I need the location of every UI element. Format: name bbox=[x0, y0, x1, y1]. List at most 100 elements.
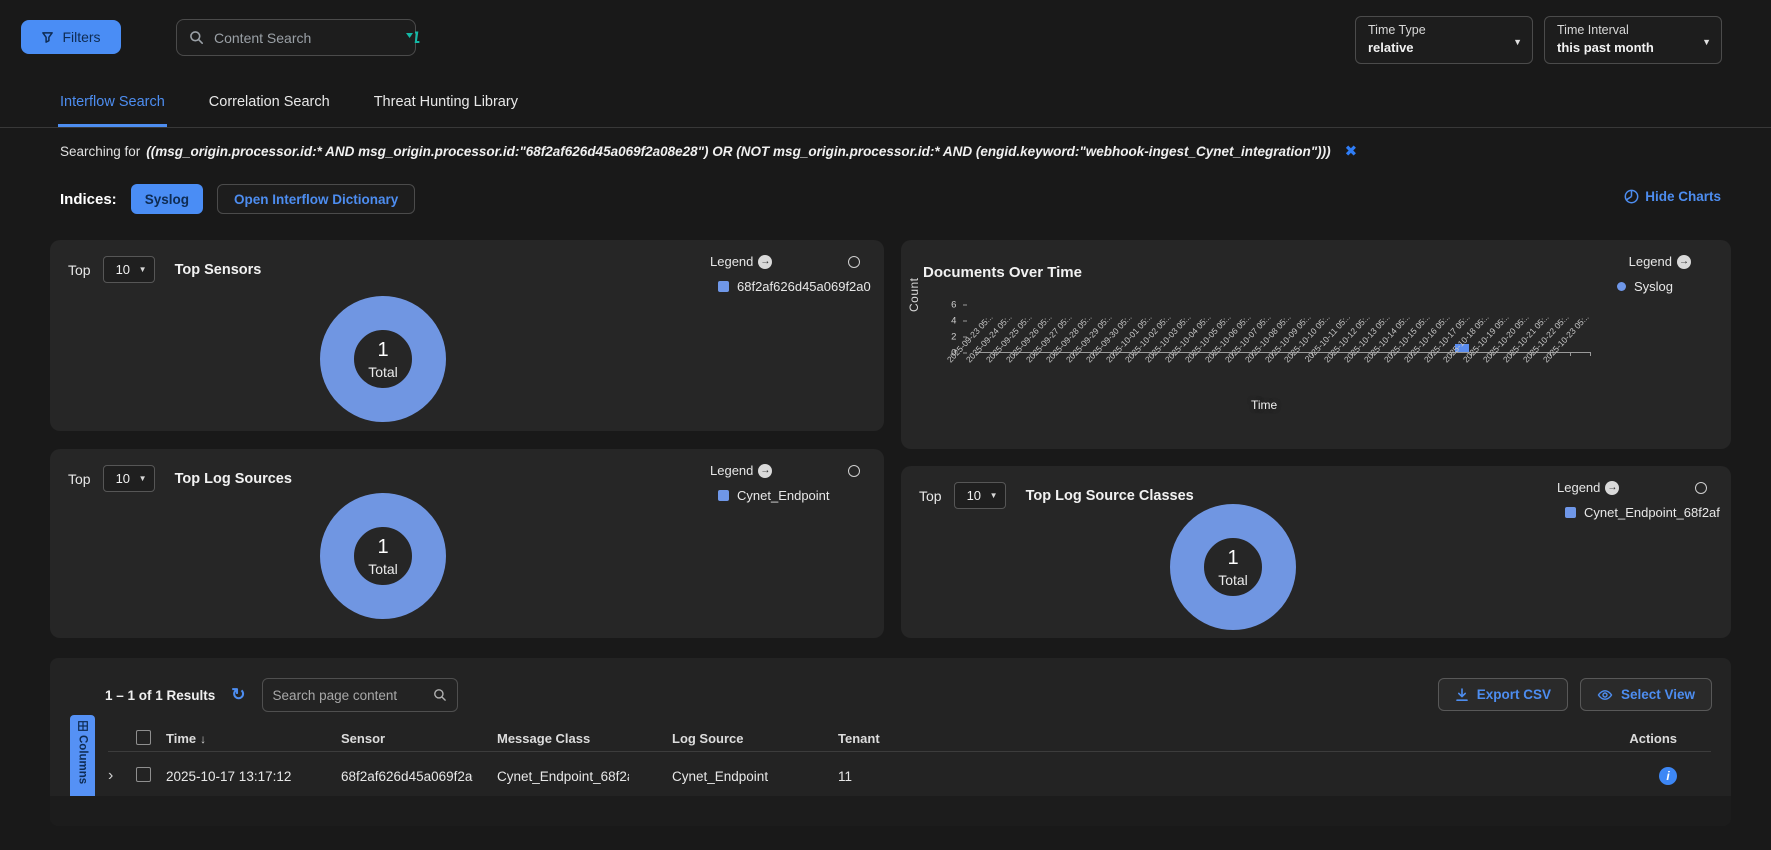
top-n-label: Top bbox=[68, 471, 91, 487]
legend-toggle[interactable]: Legend → bbox=[1629, 254, 1691, 269]
column-header-sensor[interactable]: Sensor bbox=[341, 731, 497, 746]
time-interval-dropdown[interactable]: Time Interval this past month ▼ bbox=[1544, 16, 1722, 64]
time-type-dropdown[interactable]: Time Type relative ▼ bbox=[1355, 16, 1533, 64]
filters-button[interactable]: Filters bbox=[21, 20, 121, 54]
top-n-select[interactable]: 10 ▼ bbox=[103, 256, 155, 283]
table-row[interactable]: › 2025-10-17 13:17:12 68f2af626d45a069f2… bbox=[108, 758, 1711, 794]
cell-log-source: Cynet_Endpoint bbox=[672, 769, 838, 784]
top-n-value: 10 bbox=[116, 471, 130, 486]
circle-outline-icon[interactable] bbox=[848, 256, 860, 268]
legend-title: Legend bbox=[1629, 254, 1672, 269]
top-n-select[interactable]: 10 ▼ bbox=[954, 482, 1006, 509]
select-all-checkbox[interactable] bbox=[136, 730, 151, 745]
panel-title: Top Log Source Classes bbox=[1026, 488, 1194, 504]
documents-over-time-panel: Documents Over Time Legend → Syslog Coun… bbox=[901, 240, 1731, 449]
y-axis-tick: 6 bbox=[951, 300, 967, 311]
legend-item[interactable]: Cynet_Endpoint bbox=[718, 488, 884, 503]
cell-tenant: 11 bbox=[838, 769, 1498, 784]
legend-dot bbox=[1617, 282, 1626, 291]
donut-center: 1 Total bbox=[320, 296, 446, 422]
legend-label: Syslog bbox=[1634, 279, 1673, 294]
index-syslog-button[interactable]: Syslog bbox=[131, 184, 203, 214]
y-axis-tick: 4 bbox=[951, 316, 967, 327]
sort-desc-icon: ↓ bbox=[200, 732, 206, 746]
query-text: ((msg_origin.processor.id:* AND msg_orig… bbox=[146, 144, 1330, 159]
chevron-down-icon: ▼ bbox=[990, 491, 998, 500]
legend-item[interactable]: 68f2af626d45a069f2a0 bbox=[718, 279, 884, 294]
legend-label: 68f2af626d45a069f2a0 bbox=[737, 279, 871, 294]
column-header-message-class[interactable]: Message Class bbox=[497, 731, 672, 746]
hide-charts-link[interactable]: Hide Charts bbox=[1624, 189, 1721, 204]
query-builder-logo-icon[interactable] bbox=[405, 31, 422, 45]
indices-label: Indices: bbox=[60, 191, 117, 208]
legend-label: Cynet_Endpoint bbox=[737, 488, 830, 503]
search-tabs: Interflow Search Correlation Search Thre… bbox=[0, 84, 1771, 128]
export-csv-button[interactable]: Export CSV bbox=[1438, 678, 1568, 711]
panel-title: Top Log Sources bbox=[175, 471, 292, 487]
legend-toggle[interactable]: Legend → bbox=[1557, 480, 1619, 495]
tab-threat-hunting-library[interactable]: Threat Hunting Library bbox=[372, 84, 520, 127]
panel-title: Documents Over Time bbox=[923, 264, 1082, 281]
expand-row-icon[interactable]: › bbox=[108, 767, 136, 785]
chevron-down-icon: ▼ bbox=[139, 265, 147, 274]
row-checkbox[interactable] bbox=[136, 767, 151, 782]
refresh-icon[interactable]: ↻ bbox=[231, 685, 245, 705]
columns-button[interactable]: Columns bbox=[70, 715, 95, 801]
top-n-value: 10 bbox=[967, 488, 981, 503]
clear-query-icon[interactable]: ✖ bbox=[1345, 142, 1358, 160]
cell-message-class: Cynet_Endpoint_68f2af6 bbox=[497, 769, 629, 784]
grid-icon bbox=[78, 721, 88, 731]
column-header-log-source[interactable]: Log Source bbox=[672, 731, 838, 746]
hide-charts-label: Hide Charts bbox=[1645, 189, 1721, 204]
chevron-down-icon: ▼ bbox=[1702, 37, 1711, 47]
legend-item[interactable]: Cynet_Endpoint_68f2af bbox=[1565, 505, 1731, 520]
y-axis-label: Count bbox=[907, 277, 921, 312]
donut-total-label: Total bbox=[368, 364, 398, 380]
legend-item[interactable]: Syslog bbox=[1567, 279, 1717, 294]
column-header-time[interactable]: Time↓ bbox=[166, 731, 341, 746]
legend-swatch bbox=[718, 281, 729, 292]
legend-title: Legend bbox=[1557, 480, 1600, 495]
top-n-value: 10 bbox=[116, 262, 130, 277]
select-view-label: Select View bbox=[1621, 687, 1695, 702]
tab-interflow-search[interactable]: Interflow Search bbox=[58, 84, 167, 127]
donut-total-value: 1 bbox=[1227, 547, 1238, 570]
top-n-select[interactable]: 10 ▼ bbox=[103, 465, 155, 492]
funnel-icon bbox=[41, 31, 54, 44]
legend-block: Legend → Syslog bbox=[1567, 254, 1717, 294]
tab-correlation-search[interactable]: Correlation Search bbox=[207, 84, 332, 127]
page-content-search-input[interactable] bbox=[273, 688, 425, 703]
search-icon bbox=[433, 688, 447, 702]
chevron-down-icon: ▼ bbox=[139, 474, 147, 483]
info-icon[interactable]: i bbox=[1659, 767, 1677, 785]
query-prefix: Searching for bbox=[60, 144, 140, 159]
content-search[interactable] bbox=[176, 19, 416, 56]
chevron-down-icon: ▼ bbox=[1513, 37, 1522, 47]
column-header-tenant[interactable]: Tenant bbox=[838, 731, 1498, 746]
donut-center: 1 Total bbox=[1170, 504, 1296, 630]
donut-total-value: 1 bbox=[377, 339, 388, 362]
pie-chart-icon bbox=[1624, 189, 1639, 204]
top-n-label: Top bbox=[919, 488, 942, 504]
content-search-input[interactable] bbox=[214, 30, 395, 46]
search-query-row: Searching for ((msg_origin.processor.id:… bbox=[0, 128, 1771, 160]
columns-button-label: Columns bbox=[77, 735, 89, 784]
legend-toggle[interactable]: Legend → bbox=[710, 254, 772, 269]
bar-slot: 2025-10-23 05:.. bbox=[1571, 305, 1591, 352]
circle-outline-icon[interactable] bbox=[848, 465, 860, 477]
page-content-search[interactable] bbox=[262, 678, 458, 712]
top-n-label: Top bbox=[68, 262, 91, 278]
time-type-value: relative bbox=[1368, 40, 1506, 55]
top-sensors-panel: Top 10 ▼ Top Sensors Legend → 68f2a bbox=[50, 240, 884, 431]
panel-title: Top Sensors bbox=[175, 262, 262, 278]
top-log-source-classes-panel: Top 10 ▼ Top Log Source Classes Legend → bbox=[901, 466, 1731, 638]
open-interflow-dictionary-button[interactable]: Open Interflow Dictionary bbox=[217, 184, 415, 214]
legend-swatch bbox=[718, 490, 729, 501]
time-type-label: Time Type bbox=[1368, 23, 1506, 37]
table-header-row: Time↓ Sensor Message Class Log Source Te… bbox=[108, 726, 1711, 752]
circle-outline-icon[interactable] bbox=[1695, 482, 1707, 494]
select-view-button[interactable]: Select View bbox=[1580, 678, 1712, 711]
legend-toggle[interactable]: Legend → bbox=[710, 463, 772, 478]
legend-label: Cynet_Endpoint_68f2af bbox=[1584, 505, 1720, 520]
doc-time-plot: 0 2 4 6 2025-09-23 05:..2025-09-24 05:..… bbox=[975, 305, 1591, 353]
